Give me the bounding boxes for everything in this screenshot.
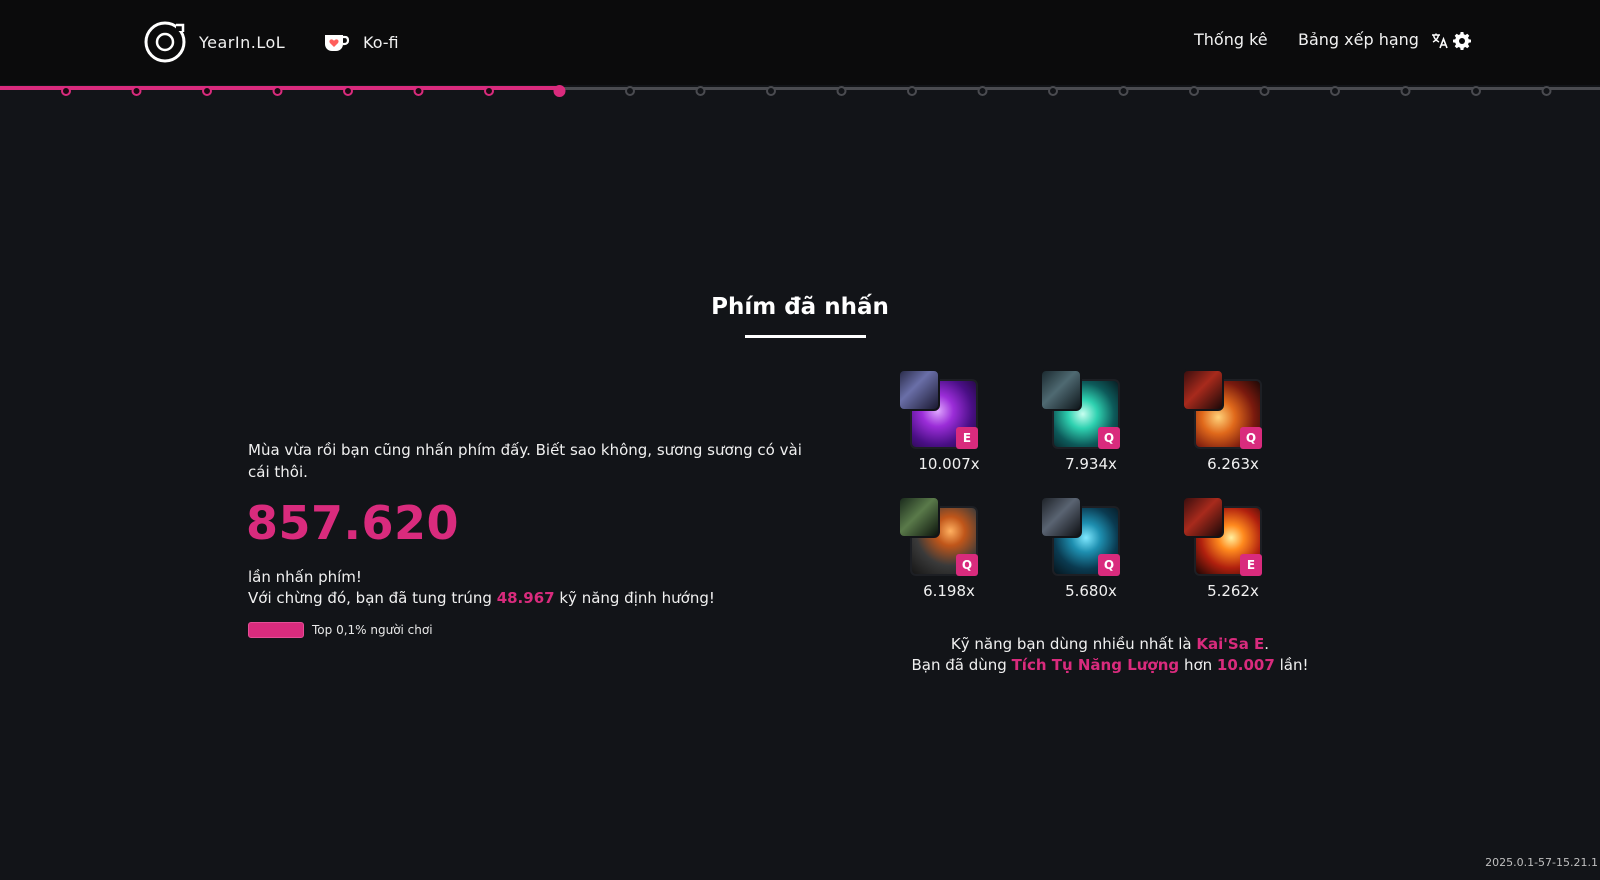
skill-key-badge: Q [1240,427,1262,449]
skill-usage-count: 5.680x [1065,582,1117,600]
skill-card: Q 5.680x [1040,496,1124,606]
timeline-step-pending[interactable] [907,86,917,96]
skill-key-badge: Q [1098,427,1120,449]
coffee-cup-icon [325,35,350,51]
skill-card: Q 6.198x [898,496,982,606]
top-navbar: YearIn.LoL Ko-fi Thống kê Bảng xếp hạng [0,0,1600,85]
top-skill-usage-summary: Bạn đã dùng Tích Tụ Năng Lượng hơn 10.00… [820,654,1400,676]
skillshot-count: 48.967 [496,589,555,607]
kofi-link[interactable]: Ko-fi [322,28,399,56]
skill-card: E 10.007x [898,369,982,479]
timeline-step-pending[interactable] [766,86,776,96]
champion-portrait-icon [1182,496,1224,538]
timeline-step-pending[interactable] [836,86,847,96]
timeline-step-pending[interactable] [1541,86,1552,96]
skill-key-badge: Q [956,554,978,576]
skill-usage-count: 10.007x [918,455,980,473]
progress-timeline[interactable] [0,84,1600,98]
timeline-step-completed[interactable] [272,86,283,96]
translate-icon[interactable] [1431,32,1449,50]
champion-portrait-icon [898,369,940,411]
skill-card: E 5.262x [1182,496,1266,606]
timeline-step-completed[interactable] [61,86,71,96]
timeline-step-pending[interactable] [695,86,706,96]
skill-usage-count: 6.263x [1207,455,1259,473]
brand-name: YearIn.LoL [199,32,286,52]
top-skill-ability-name: Tích Tụ Năng Lượng [1011,656,1180,674]
skill-card: Q 6.263x [1182,369,1266,479]
intro-text: Mùa vừa rồi bạn cũng nhấn phím đấy. Biết… [248,441,802,481]
timeline-step-pending[interactable] [1048,86,1058,96]
kofi-label: Ko-fi [363,32,399,52]
summary-period: . [1264,635,1270,653]
timeline-step-pending[interactable] [1259,86,1270,96]
summary-prefix: Kỹ năng bạn dùng nhiều nhất là [950,635,1192,653]
skill-card: Q 7.934x [1040,369,1124,479]
top-skill-name: Kai'Sa E [1196,635,1265,653]
skill-key-badge: Q [1098,554,1120,576]
timeline-step-completed[interactable] [484,86,494,96]
top-skill-times: 10.007 [1216,656,1275,674]
timeline-step-pending[interactable] [1471,86,1481,96]
total-key-presses: 857.620 [246,496,460,550]
skillshot-suffix: kỹ năng định hướng! [559,589,715,607]
usage-mid: hơn [1183,656,1213,674]
timeline-step-pending[interactable] [977,86,988,96]
timeline-step-pending[interactable] [1118,86,1129,96]
top-skill-summary: Kỹ năng bạn dùng nhiều nhất là Kai'Sa E. [820,633,1400,655]
timeline-step-completed[interactable] [202,86,212,96]
brand-link[interactable]: YearIn.LoL [143,20,285,64]
timeline-step-completed[interactable] [413,86,424,96]
section-title: Phím đã nhấn [711,294,889,320]
timeline-step-pending[interactable] [625,86,635,96]
timeline-step-completed[interactable] [131,86,142,96]
title-underline [745,335,866,338]
skill-usage-count: 7.934x [1065,455,1117,473]
rank-percentile-bar [248,622,304,638]
presses-label: lần nhấn phím! [248,568,362,586]
skill-key-badge: E [956,427,978,449]
logo-icon [144,21,186,63]
skillshot-prefix: Với chừng đó, bạn đã tung trúng [248,589,492,607]
champion-portrait-icon [1040,496,1082,538]
timeline-step-pending[interactable] [1330,86,1340,96]
timeline-step-completed[interactable] [553,85,566,97]
champion-portrait-icon [898,496,940,538]
skillshot-sentence: Với chừng đó, bạn đã tung trúng 48.967 k… [248,587,715,609]
skill-usage-count: 5.262x [1207,582,1259,600]
settings-gear-icon[interactable] [1452,31,1472,51]
nav-statistics[interactable]: Thống kê [1194,30,1268,54]
skill-usage-count: 6.198x [923,582,975,600]
usage-suffix: lần! [1279,656,1309,674]
rank-percentile-label: Top 0,1% người chơi [312,623,433,637]
timeline-step-pending[interactable] [1189,86,1199,96]
champion-portrait-icon [1040,369,1082,411]
nav-leaderboard[interactable]: Bảng xếp hạng [1298,30,1419,54]
skill-key-badge: E [1240,554,1262,576]
timeline-step-pending[interactable] [1400,86,1411,96]
usage-prefix: Bạn đã dùng [911,656,1007,674]
timeline-step-completed[interactable] [343,86,353,96]
version-label: 2025.0.1-57-15.21.1 [1485,856,1598,869]
champion-portrait-icon [1182,369,1224,411]
